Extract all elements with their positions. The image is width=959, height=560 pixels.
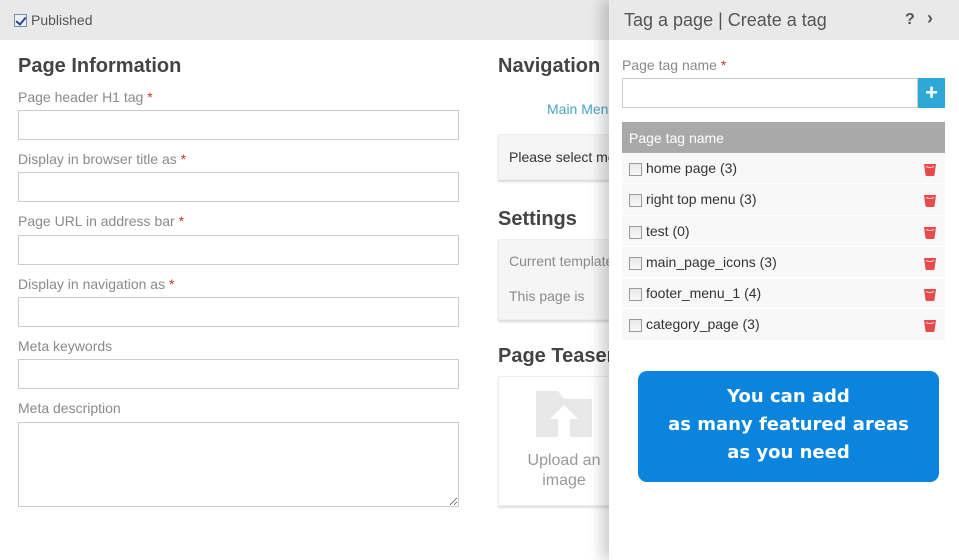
page-url-input[interactable] xyxy=(18,235,459,265)
delete-trash-icon[interactable] xyxy=(923,225,937,239)
meta-keywords-label: Meta keywords xyxy=(18,338,113,354)
panel-header: Tag a page | Create a tag ? › xyxy=(609,0,959,40)
delete-trash-icon[interactable] xyxy=(923,318,937,333)
meta-keywords-input[interactable] xyxy=(18,359,459,389)
navigation-name-label: Display in navigation as * xyxy=(18,276,175,292)
tag-page-panel: Tag a page | Create a tag ? › Page tag n… xyxy=(609,0,959,560)
tag-checkbox[interactable] xyxy=(629,256,642,270)
delete-trash-icon[interactable] xyxy=(923,162,937,176)
tag-checkbox[interactable] xyxy=(629,319,642,333)
tag-checkbox[interactable] xyxy=(629,288,642,302)
tag-list-item[interactable]: footer_menu_1 (4) xyxy=(622,278,945,310)
published-checkbox[interactable] xyxy=(14,13,27,27)
tag-checkbox[interactable] xyxy=(629,225,642,239)
tag-name: footer_menu_1 (4) xyxy=(646,285,762,302)
tag-list-header: Page tag name xyxy=(622,122,945,153)
delete-trash-icon[interactable] xyxy=(923,193,937,208)
page-information-title: Page Information xyxy=(18,55,182,77)
navigation-name-input[interactable] xyxy=(18,297,459,327)
published-label: Published xyxy=(31,12,93,28)
meta-description-textarea[interactable] xyxy=(18,422,459,507)
tag-name: home page (3) xyxy=(646,160,738,176)
tag-name: test (0) xyxy=(646,222,690,239)
promo-line: as many featured areas xyxy=(668,414,909,435)
delete-trash-icon[interactable] xyxy=(923,256,937,270)
help-icon[interactable]: ? xyxy=(905,11,915,29)
tag-name-input[interactable] xyxy=(622,78,918,108)
tag-name-label: Page tag name * xyxy=(622,57,727,73)
navigation-title: Navigation xyxy=(498,55,601,77)
h1-tag-input[interactable] xyxy=(18,110,459,140)
upload-folder-icon xyxy=(536,391,592,437)
promo-line: You can add xyxy=(727,386,850,407)
main-menu-link[interactable]: Main Menu xyxy=(547,101,616,117)
browser-title-input[interactable] xyxy=(18,172,459,202)
meta-description-label: Meta description xyxy=(18,400,121,416)
page-status-text: This page is xyxy=(509,288,585,304)
tag-list-item[interactable]: category_page (3) xyxy=(622,309,945,341)
settings-title: Settings xyxy=(498,208,577,230)
add-tag-button[interactable]: + xyxy=(918,78,945,108)
promo-banner: You can add as many featured areas as yo… xyxy=(638,371,939,482)
current-template-text: Current template xyxy=(509,253,614,269)
published-toggle[interactable]: Published xyxy=(14,12,93,28)
page-teaser-title: Page Teaser xyxy=(498,345,615,367)
promo-line: as you need xyxy=(727,442,850,463)
tag-name: right top menu (3) xyxy=(646,191,757,208)
tag-list-item[interactable]: right top menu (3) xyxy=(622,184,945,216)
tag-list-item[interactable]: home page (3) xyxy=(622,153,945,185)
page-url-label: Page URL in address bar * xyxy=(18,213,185,229)
tag-list: home page (3) right top menu (3) test (0) m… xyxy=(622,153,945,341)
tag-name: category_page (3) xyxy=(646,316,760,333)
tag-name: main_page_icons (3) xyxy=(646,253,777,270)
browser-title-label: Display in browser title as * xyxy=(18,151,187,167)
tag-checkbox[interactable] xyxy=(629,194,642,208)
panel-title: Tag a page | Create a tag xyxy=(624,10,827,30)
tag-list-item[interactable]: test (0) xyxy=(622,215,945,247)
delete-trash-icon[interactable] xyxy=(923,287,937,302)
h1-tag-label: Page header H1 tag * xyxy=(18,89,153,105)
tag-checkbox[interactable] xyxy=(629,163,642,176)
tag-list-item[interactable]: main_page_icons (3) xyxy=(622,246,945,279)
collapse-chevron-icon[interactable]: › xyxy=(927,8,933,29)
